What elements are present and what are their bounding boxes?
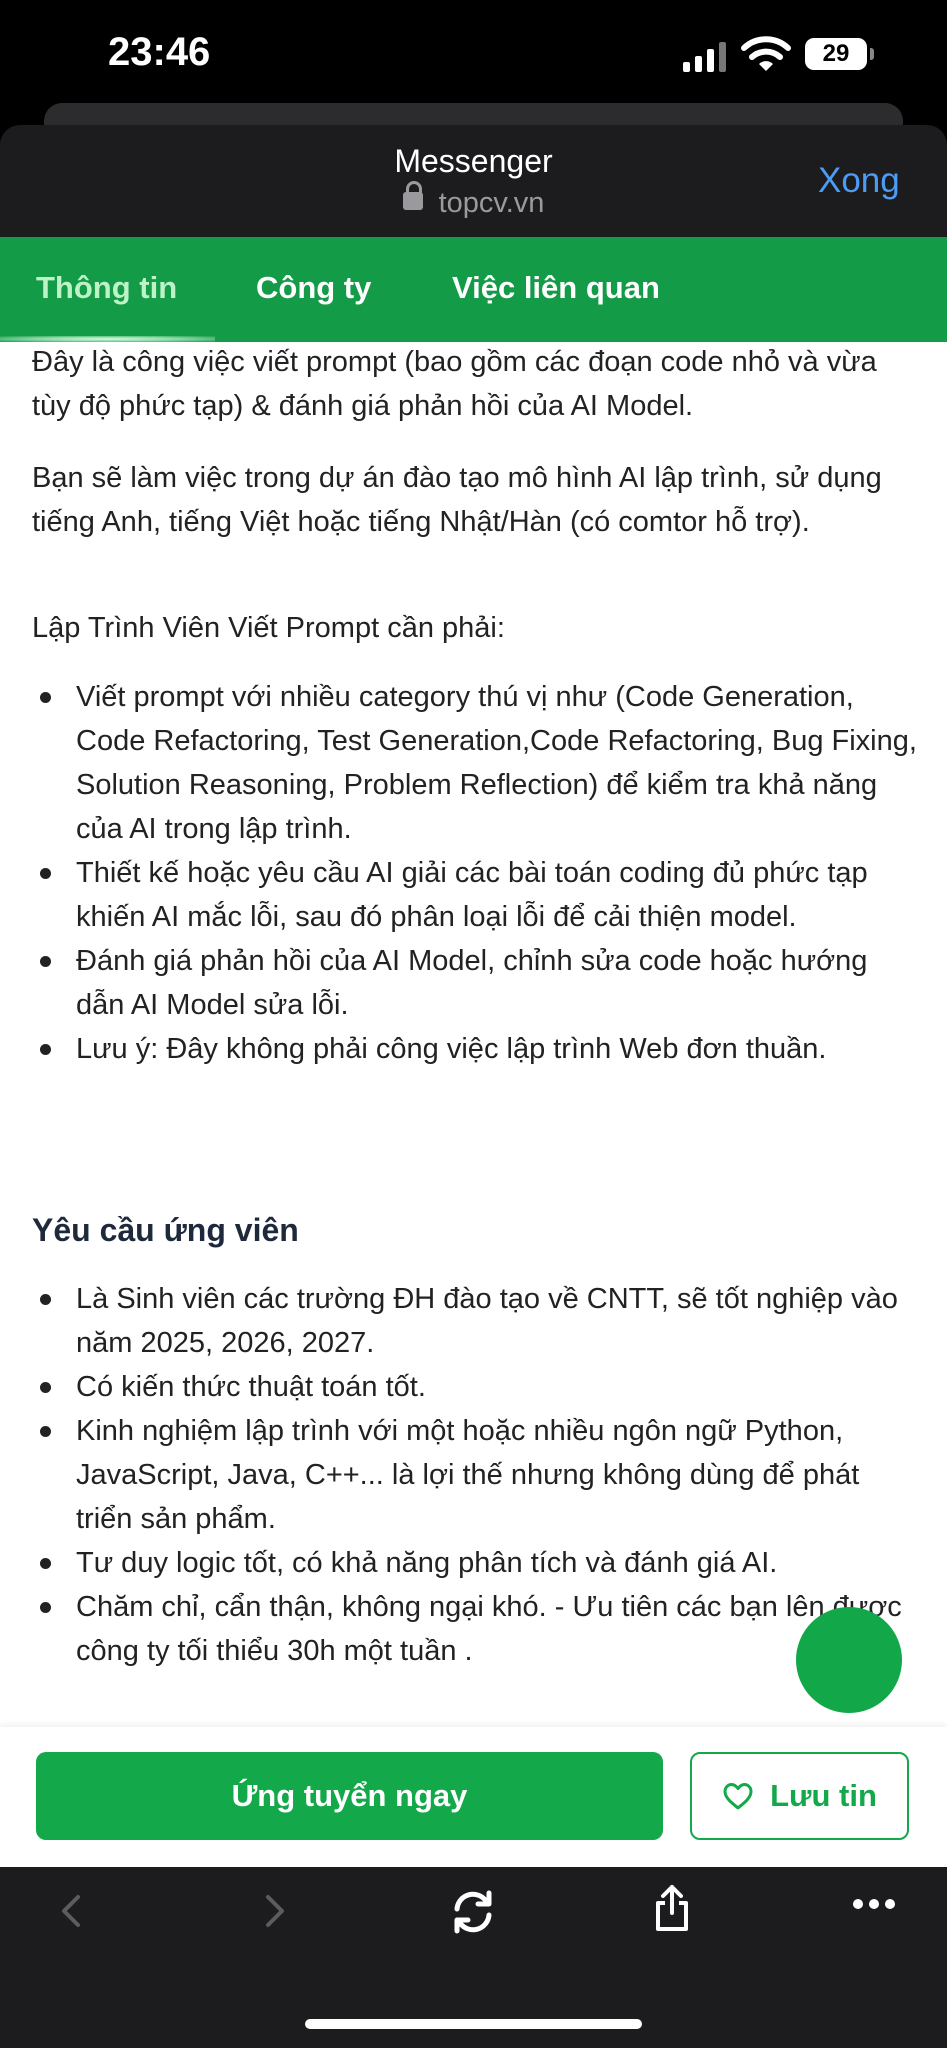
list-item: Lưu ý: Đây không phải công việc lập trìn… — [0, 1027, 947, 1071]
browser-toolbar — [0, 1867, 947, 2048]
list-item: Kinh nghiệm lập trình với một hoặc nhiều… — [0, 1409, 947, 1541]
browser-sheet-header: Messenger topcv.vn Xong — [0, 125, 947, 237]
project-paragraph: Bạn sẽ làm việc trong dự án đào tạo mô h… — [32, 462, 882, 538]
sheet-title: Messenger — [394, 143, 553, 179]
save-job-label: Lưu tin — [770, 1778, 877, 1813]
apply-now-button[interactable]: Ứng tuyển ngay — [36, 1752, 663, 1840]
tab-bar: Thông tin Công ty Việc liên quan — [0, 237, 947, 342]
battery-level: 29 — [822, 40, 850, 67]
back-icon[interactable] — [52, 1889, 92, 1933]
list-item: Thiết kế hoặc yêu cầu AI giải các bài to… — [0, 851, 947, 939]
forward-icon[interactable] — [254, 1889, 294, 1933]
list-item: Tư duy logic tốt, có khả năng phân tích … — [0, 1541, 947, 1585]
list-item: Đánh giá phản hồi của AI Model, chỉnh sử… — [0, 939, 947, 1027]
lock-icon — [402, 181, 423, 211]
refresh-icon[interactable] — [448, 1887, 498, 1937]
battery-tip — [870, 48, 874, 60]
cellular-signal-icon — [683, 40, 727, 72]
tab-related-jobs[interactable]: Việc liên quan — [452, 270, 660, 306]
list-item: Là Sinh viên các trường ĐH đào tạo về CN… — [0, 1277, 947, 1365]
save-job-button[interactable]: Lưu tin — [690, 1752, 909, 1840]
more-icon[interactable] — [852, 1897, 896, 1911]
home-indicator — [305, 2019, 642, 2029]
share-icon[interactable] — [652, 1883, 692, 1935]
job-description[interactable]: Đây là công việc viết prompt (bao gồm cá… — [0, 342, 947, 1727]
intro-paragraph: Đây là công việc viết prompt (bao gồm cá… — [32, 346, 877, 422]
tab-company[interactable]: Công ty — [256, 270, 371, 306]
wifi-icon — [741, 36, 791, 71]
url-text: topcv.vn — [438, 187, 545, 219]
list-item: Có kiến thức thuật toán tốt. — [0, 1365, 947, 1409]
page-url[interactable]: topcv.vn — [0, 181, 947, 220]
battery-icon: 29 — [805, 38, 867, 70]
list-item: Viết prompt với nhiều category thú vị nh… — [0, 675, 947, 851]
tab-info[interactable]: Thông tin — [36, 270, 177, 306]
action-bar: Ứng tuyển ngay Lưu tin — [0, 1727, 947, 1867]
status-bar: 23:46 29 — [0, 0, 947, 110]
heart-icon — [723, 1783, 753, 1810]
duties-title: Lập Trình Viên Viết Prompt cần phải: — [32, 612, 505, 644]
requirements-list: Là Sinh viên các trường ĐH đào tạo về CN… — [0, 1277, 947, 1673]
floating-action-button[interactable] — [796, 1607, 902, 1713]
duties-list: Viết prompt với nhiều category thú vị nh… — [0, 675, 947, 1071]
status-time: 23:46 — [108, 30, 211, 74]
done-button[interactable]: Xong — [818, 161, 900, 201]
requirements-heading: Yêu cầu ứng viên — [32, 1212, 299, 1248]
